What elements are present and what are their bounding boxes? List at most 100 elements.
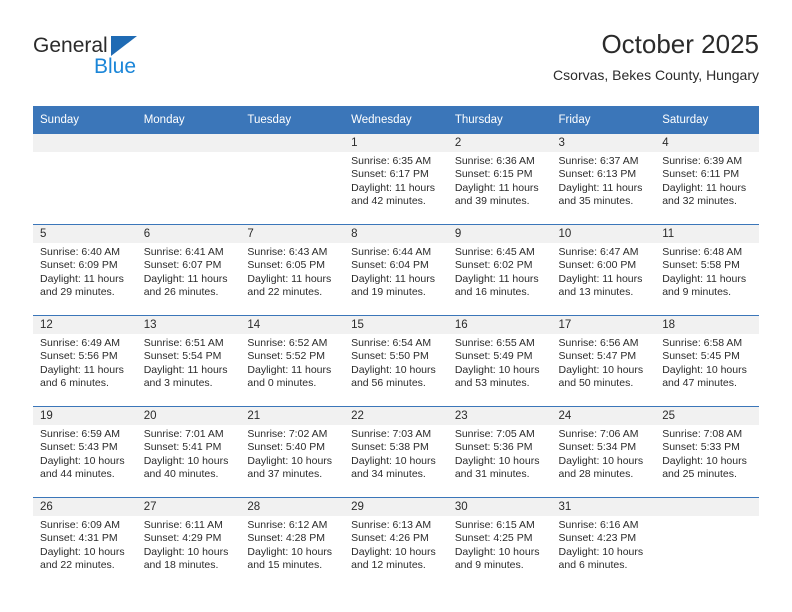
sunrise-text: Sunrise: 6:45 AM [454,246,535,258]
sunrise-text: Sunrise: 6:40 AM [40,246,120,258]
day-details: Sunrise: 6:39 AM Sunset: 6:11 PM Daylight:… [655,152,759,209]
calendar-grid: Sunday Monday Tuesday Wednesday Thursday Frid… [33,106,759,588]
calendar-day-cell[interactable]: 31 Sunrise: 6:16 AM Sunset: 4:23 PM Dayligh… [551,497,656,588]
weekday-header-monday: Monday [136,106,241,134]
calendar-day-cell[interactable]: 2 Sunrise: 6:36 AM Sunset: 6:15 PM Daylight… [447,134,552,225]
calendar-day-cell[interactable]: 6 Sunrise: 6:41 AM Sunset: 6:07 PM Daylight… [136,224,241,316]
sunset-text: Sunset: 5:34 PM [558,441,637,454]
day-details: Sunrise: 6:52 AM Sunset: 5:52 PM Daylight:… [240,334,344,391]
day-number: 24 [551,407,656,425]
calendar-day-cell[interactable]: 23 Sunrise: 7:05 AM Sunset: 5:36 PM Dayligh… [447,406,552,498]
sunrise-text: Sunrise: 7:01 AM [143,428,224,440]
day-details: Sunrise: 6:54 AM Sunset: 5:50 PM Daylight:… [344,334,448,391]
day-number [136,134,241,152]
day-number: 21 [240,407,345,425]
calendar-day-cell[interactable]: 20 Sunrise: 7:01 AM Sunset: 5:41 PM Dayligh… [136,406,241,498]
day-number: 12 [33,316,137,334]
sunset-text: Sunset: 5:41 PM [143,441,222,454]
calendar-day-cell[interactable]: 26 Sunrise: 6:09 AM Sunset: 4:31 PM Dayligh… [33,497,137,588]
sunset-text: Sunset: 5:43 PM [40,441,118,454]
calendar-week-row: 26 Sunrise: 6:09 AM Sunset: 4:31 PM Dayligh… [33,497,759,588]
calendar-day-cell[interactable]: 16 Sunrise: 6:55 AM Sunset: 5:49 PM Dayligh… [447,315,552,407]
day-number: 10 [551,225,656,243]
calendar-day-cell[interactable]: 12 Sunrise: 6:49 AM Sunset: 5:56 PM Dayligh… [33,315,137,407]
day-cell-inner: 17 Sunrise: 6:56 AM Sunset: 5:47 PM Dayligh… [551,316,656,406]
sunset-text: Sunset: 6:04 PM [351,259,429,272]
sunset-text: Sunset: 5:45 PM [662,350,740,363]
sunrise-text: Sunrise: 7:03 AM [351,428,432,440]
calendar-day-cell[interactable]: 19 Sunrise: 6:59 AM Sunset: 5:43 PM Dayligh… [33,406,137,498]
sunset-text: Sunset: 5:47 PM [558,350,637,363]
day-number: 29 [344,498,448,516]
daylight-text-line1: Daylight: 11 hours [662,272,747,285]
calendar-day-cell[interactable]: 7 Sunrise: 6:43 AM Sunset: 6:05 PM Daylight… [240,224,345,316]
sunrise-text: Sunrise: 7:05 AM [454,428,535,440]
sunrise-text: Sunrise: 6:51 AM [143,337,224,349]
daylight-text-line1: Daylight: 10 hours [40,454,125,467]
weekday-header-tuesday: Tuesday [240,106,345,134]
day-number: 30 [447,498,552,516]
calendar-day-cell[interactable]: 25 Sunrise: 7:08 AM Sunset: 5:33 PM Dayligh… [655,406,759,498]
calendar-day-cell[interactable]: 11 Sunrise: 6:48 AM Sunset: 5:58 PM Dayligh… [655,224,759,316]
calendar-week-row: 5 Sunrise: 6:40 AM Sunset: 6:09 PM Daylight… [33,224,759,316]
calendar-day-cell[interactable]: 27 Sunrise: 6:11 AM Sunset: 4:29 PM Dayligh… [136,497,241,588]
calendar-day-cell[interactable]: 17 Sunrise: 6:56 AM Sunset: 5:47 PM Dayligh… [551,315,656,407]
day-cell-inner: 23 Sunrise: 7:05 AM Sunset: 5:36 PM Dayligh… [447,407,552,497]
daylight-text-line2: and 56 minutes. [351,377,426,390]
day-cell-inner: 28 Sunrise: 6:12 AM Sunset: 4:28 PM Dayligh… [240,498,345,588]
calendar-day-cell[interactable]: 15 Sunrise: 6:54 AM Sunset: 5:50 PM Dayligh… [344,315,448,407]
calendar-day-cell[interactable]: 10 Sunrise: 6:47 AM Sunset: 6:00 PM Dayligh… [551,224,656,316]
calendar-day-cell[interactable]: 5 Sunrise: 6:40 AM Sunset: 6:09 PM Daylight… [33,224,137,316]
day-cell-inner: 19 Sunrise: 6:59 AM Sunset: 5:43 PM Dayligh… [33,407,137,497]
day-number: 28 [240,498,345,516]
day-number [240,134,345,152]
sunrise-text: Sunrise: 6:48 AM [662,246,743,258]
day-cell-inner: 31 Sunrise: 6:16 AM Sunset: 4:23 PM Dayligh… [551,498,656,588]
day-details: Sunrise: 7:08 AM Sunset: 5:33 PM Daylight:… [655,425,759,482]
day-number: 17 [551,316,656,334]
calendar-day-cell[interactable]: 14 Sunrise: 6:52 AM Sunset: 5:52 PM Dayligh… [240,315,345,407]
day-details: Sunrise: 7:06 AM Sunset: 5:34 PM Daylight:… [552,425,656,482]
calendar-day-cell[interactable]: 9 Sunrise: 6:45 AM Sunset: 6:02 PM Daylight… [447,224,552,316]
day-number: 19 [33,407,137,425]
sunset-text: Sunset: 5:56 PM [40,350,118,363]
calendar-day-cell[interactable]: 4 Sunrise: 6:39 AM Sunset: 6:11 PM Daylight… [655,134,759,225]
calendar-day-cell[interactable]: 29 Sunrise: 6:13 AM Sunset: 4:26 PM Dayligh… [344,497,448,588]
calendar-day-cell[interactable]: 8 Sunrise: 6:44 AM Sunset: 6:04 PM Daylight… [344,224,448,316]
sunset-text: Sunset: 5:36 PM [454,441,533,454]
daylight-text-line1: Daylight: 10 hours [247,545,333,558]
day-number: 11 [655,225,759,243]
daylight-text-line1: Daylight: 11 hours [558,272,643,285]
daylight-text-line2: and 18 minutes. [143,559,219,572]
day-details: Sunrise: 6:11 AM Sunset: 4:29 PM Daylight:… [137,516,241,573]
calendar-day-cell[interactable]: 28 Sunrise: 6:12 AM Sunset: 4:28 PM Dayligh… [240,497,345,588]
daylight-text-line2: and 15 minutes. [247,559,323,572]
calendar-day-cell[interactable]: 22 Sunrise: 7:03 AM Sunset: 5:38 PM Dayligh… [344,406,448,498]
daylight-text-line1: Daylight: 11 hours [40,363,124,376]
daylight-text-line1: Daylight: 10 hours [662,363,747,376]
daylight-text-line1: Daylight: 10 hours [143,545,229,558]
day-details: Sunrise: 6:48 AM Sunset: 5:58 PM Daylight:… [655,243,759,300]
calendar-day-cell[interactable]: 24 Sunrise: 7:06 AM Sunset: 5:34 PM Dayligh… [551,406,656,498]
calendar-day-cell[interactable]: 3 Sunrise: 6:37 AM Sunset: 6:13 PM Daylight… [551,134,656,225]
daylight-text-line1: Daylight: 10 hours [558,454,644,467]
calendar-day-cell[interactable]: 13 Sunrise: 6:51 AM Sunset: 5:54 PM Dayligh… [136,315,241,407]
calendar-day-cell-empty [136,134,241,225]
calendar-day-cell[interactable]: 1 Sunrise: 6:35 AM Sunset: 6:17 PM Daylight… [344,134,448,225]
daylight-text-line2: and 9 minutes. [662,286,732,299]
daylight-text-line2: and 50 minutes. [558,377,634,390]
daylight-text-line2: and 44 minutes. [40,468,115,481]
sunset-text: Sunset: 6:07 PM [143,259,222,272]
day-number: 27 [136,498,241,516]
day-details: Sunrise: 6:58 AM Sunset: 5:45 PM Daylight:… [655,334,759,391]
day-cell-inner: 22 Sunrise: 7:03 AM Sunset: 5:38 PM Dayligh… [344,407,448,497]
calendar-day-cell[interactable]: 30 Sunrise: 6:15 AM Sunset: 4:25 PM Dayligh… [447,497,552,588]
daylight-text-line1: Daylight: 11 hours [454,272,539,285]
day-number: 2 [447,134,552,152]
calendar-day-cell[interactable]: 21 Sunrise: 7:02 AM Sunset: 5:40 PM Dayligh… [240,406,345,498]
day-cell-inner: 25 Sunrise: 7:08 AM Sunset: 5:33 PM Dayligh… [655,407,759,497]
day-number: 5 [33,225,137,243]
calendar-week-row: 19 Sunrise: 6:59 AM Sunset: 5:43 PM Dayligh… [33,406,759,498]
calendar-day-cell[interactable]: 18 Sunrise: 6:58 AM Sunset: 5:45 PM Dayligh… [655,315,759,407]
day-details: Sunrise: 6:47 AM Sunset: 6:00 PM Daylight:… [552,243,656,300]
